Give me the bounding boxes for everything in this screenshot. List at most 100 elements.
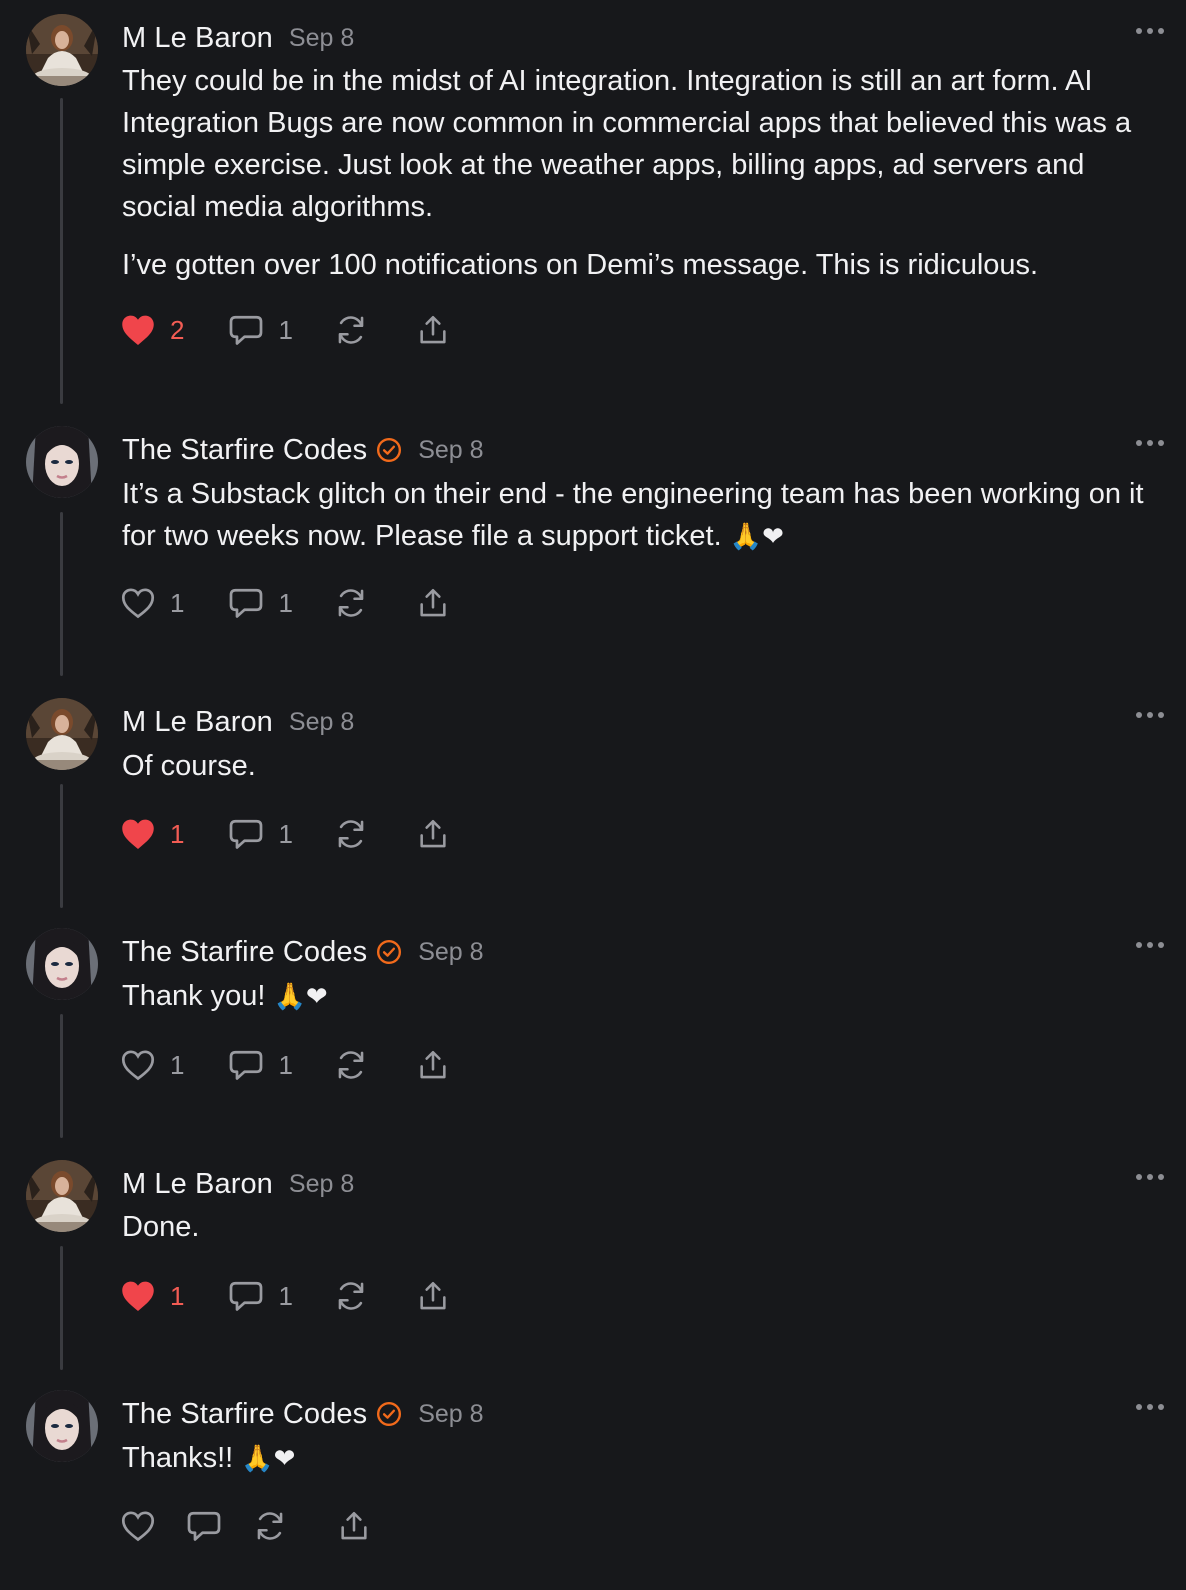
avatar[interactable] — [26, 1160, 98, 1232]
verified-check-icon — [376, 1401, 402, 1427]
share-icon — [336, 1509, 372, 1543]
like-button[interactable]: 1 — [120, 817, 184, 851]
comment-date[interactable]: Sep 8 — [418, 938, 483, 967]
thread-line — [60, 98, 63, 404]
reply-button[interactable]: 1 — [228, 817, 293, 851]
comment-date[interactable]: Sep 8 — [289, 1170, 354, 1199]
author-name[interactable]: The Starfire Codes — [122, 1398, 367, 1431]
restack-button[interactable] — [333, 586, 369, 620]
more-options-button[interactable] — [1136, 1170, 1164, 1184]
emoji: 🙏❤ — [729, 522, 784, 552]
restack-button[interactable] — [333, 817, 369, 851]
reply-count: 1 — [278, 1049, 293, 1080]
more-options-button[interactable] — [1136, 1400, 1164, 1414]
comment-body: Of course. — [122, 745, 1162, 803]
reply-count: 1 — [278, 314, 293, 345]
thread-line — [60, 784, 63, 908]
like-count: 1 — [170, 818, 185, 849]
comment-date[interactable]: Sep 8 — [418, 1400, 483, 1429]
restack-icon — [333, 313, 369, 347]
reply-button[interactable]: 1 — [228, 1048, 293, 1082]
thread-line — [60, 1014, 63, 1138]
restack-button[interactable] — [333, 1048, 369, 1082]
share-icon — [415, 1279, 451, 1313]
comment-bubble-icon — [186, 1509, 222, 1543]
like-button[interactable]: 1 — [120, 1279, 184, 1313]
like-count: 2 — [170, 314, 185, 345]
comment-body: It’s a Substack glitch on their end - th… — [122, 473, 1162, 574]
comment-header: M Le Baron Sep 8 — [122, 704, 354, 740]
author-name[interactable]: The Starfire Codes — [122, 936, 367, 969]
like-count: 1 — [170, 587, 185, 618]
like-button[interactable]: 1 — [120, 1048, 184, 1082]
restack-icon — [333, 586, 369, 620]
share-icon — [415, 1048, 451, 1082]
reply-button[interactable] — [186, 1509, 222, 1543]
share-button[interactable] — [415, 313, 451, 347]
thread-line — [60, 512, 63, 676]
comment-actions: 2 1 — [120, 310, 451, 350]
restack-button[interactable] — [333, 1279, 369, 1313]
heart-filled-icon — [120, 313, 156, 347]
comment-date[interactable]: Sep 8 — [418, 436, 483, 465]
reply-button[interactable]: 1 — [228, 586, 293, 620]
share-button[interactable] — [336, 1509, 372, 1543]
comment-text: It’s a Substack glitch on their end - th… — [122, 478, 1144, 552]
comment-bubble-icon — [228, 817, 264, 851]
restack-button[interactable] — [252, 1509, 288, 1543]
author-name[interactable]: M Le Baron — [122, 1168, 273, 1201]
more-options-button[interactable] — [1136, 938, 1164, 952]
restack-button[interactable] — [333, 313, 369, 347]
comment-text: Thank you! 🙏❤ — [122, 980, 328, 1012]
emoji: 🙏❤ — [273, 982, 328, 1012]
comment-bubble-icon — [228, 313, 264, 347]
comment-header: The Starfire Codes Sep 8 — [122, 934, 484, 970]
avatar[interactable] — [26, 698, 98, 770]
comment-header: M Le Baron Sep 8 — [122, 1166, 354, 1202]
comment-body: They could be in the midst of AI integra… — [122, 60, 1162, 302]
share-button[interactable] — [415, 586, 451, 620]
avatar[interactable] — [26, 1390, 98, 1462]
author-name[interactable]: M Le Baron — [122, 22, 273, 55]
reply-button[interactable]: 1 — [228, 313, 293, 347]
like-button[interactable]: 1 — [120, 586, 184, 620]
comment-text: Done. — [122, 1211, 200, 1243]
comment-text: Of course. — [122, 750, 256, 782]
more-options-button[interactable] — [1136, 24, 1164, 38]
share-icon — [415, 313, 451, 347]
avatar[interactable] — [26, 928, 98, 1000]
comment-body: Thank you! 🙏❤ — [122, 975, 1162, 1034]
comment-actions — [120, 1506, 372, 1546]
author-name[interactable]: M Le Baron — [122, 706, 273, 739]
share-button[interactable] — [415, 1048, 451, 1082]
avatar[interactable] — [26, 14, 98, 86]
thread-line — [60, 1246, 63, 1370]
like-button[interactable] — [120, 1509, 156, 1543]
reply-button[interactable]: 1 — [228, 1279, 293, 1313]
like-count: 1 — [170, 1049, 185, 1080]
heart-icon — [120, 586, 156, 620]
comment-date[interactable]: Sep 8 — [289, 708, 354, 737]
like-button[interactable]: 2 — [120, 313, 184, 347]
comment-bubble-icon — [228, 1048, 264, 1082]
more-options-button[interactable] — [1136, 708, 1164, 722]
comment-header: The Starfire Codes Sep 8 — [122, 1396, 484, 1432]
comment-actions: 1 1 — [120, 583, 451, 623]
avatar[interactable] — [26, 426, 98, 498]
comment-bubble-icon — [228, 1279, 264, 1313]
restack-icon — [333, 1279, 369, 1313]
share-button[interactable] — [415, 817, 451, 851]
verified-check-icon — [376, 437, 402, 463]
comment-text: Thanks!! 🙏❤ — [122, 1442, 296, 1474]
comment-paragraph: They could be in the midst of AI integra… — [122, 65, 1132, 223]
share-button[interactable] — [415, 1279, 451, 1313]
comment-date[interactable]: Sep 8 — [289, 24, 354, 53]
more-options-button[interactable] — [1136, 436, 1164, 450]
heart-filled-icon — [120, 1279, 156, 1313]
comment-actions: 1 1 — [120, 1276, 451, 1316]
comment-paragraph: I’ve gotten over 100 notifications on De… — [122, 249, 1039, 281]
restack-icon — [252, 1509, 288, 1543]
author-name[interactable]: The Starfire Codes — [122, 434, 367, 467]
comment-header: The Starfire Codes Sep 8 — [122, 432, 484, 468]
comment-bubble-icon — [228, 586, 264, 620]
